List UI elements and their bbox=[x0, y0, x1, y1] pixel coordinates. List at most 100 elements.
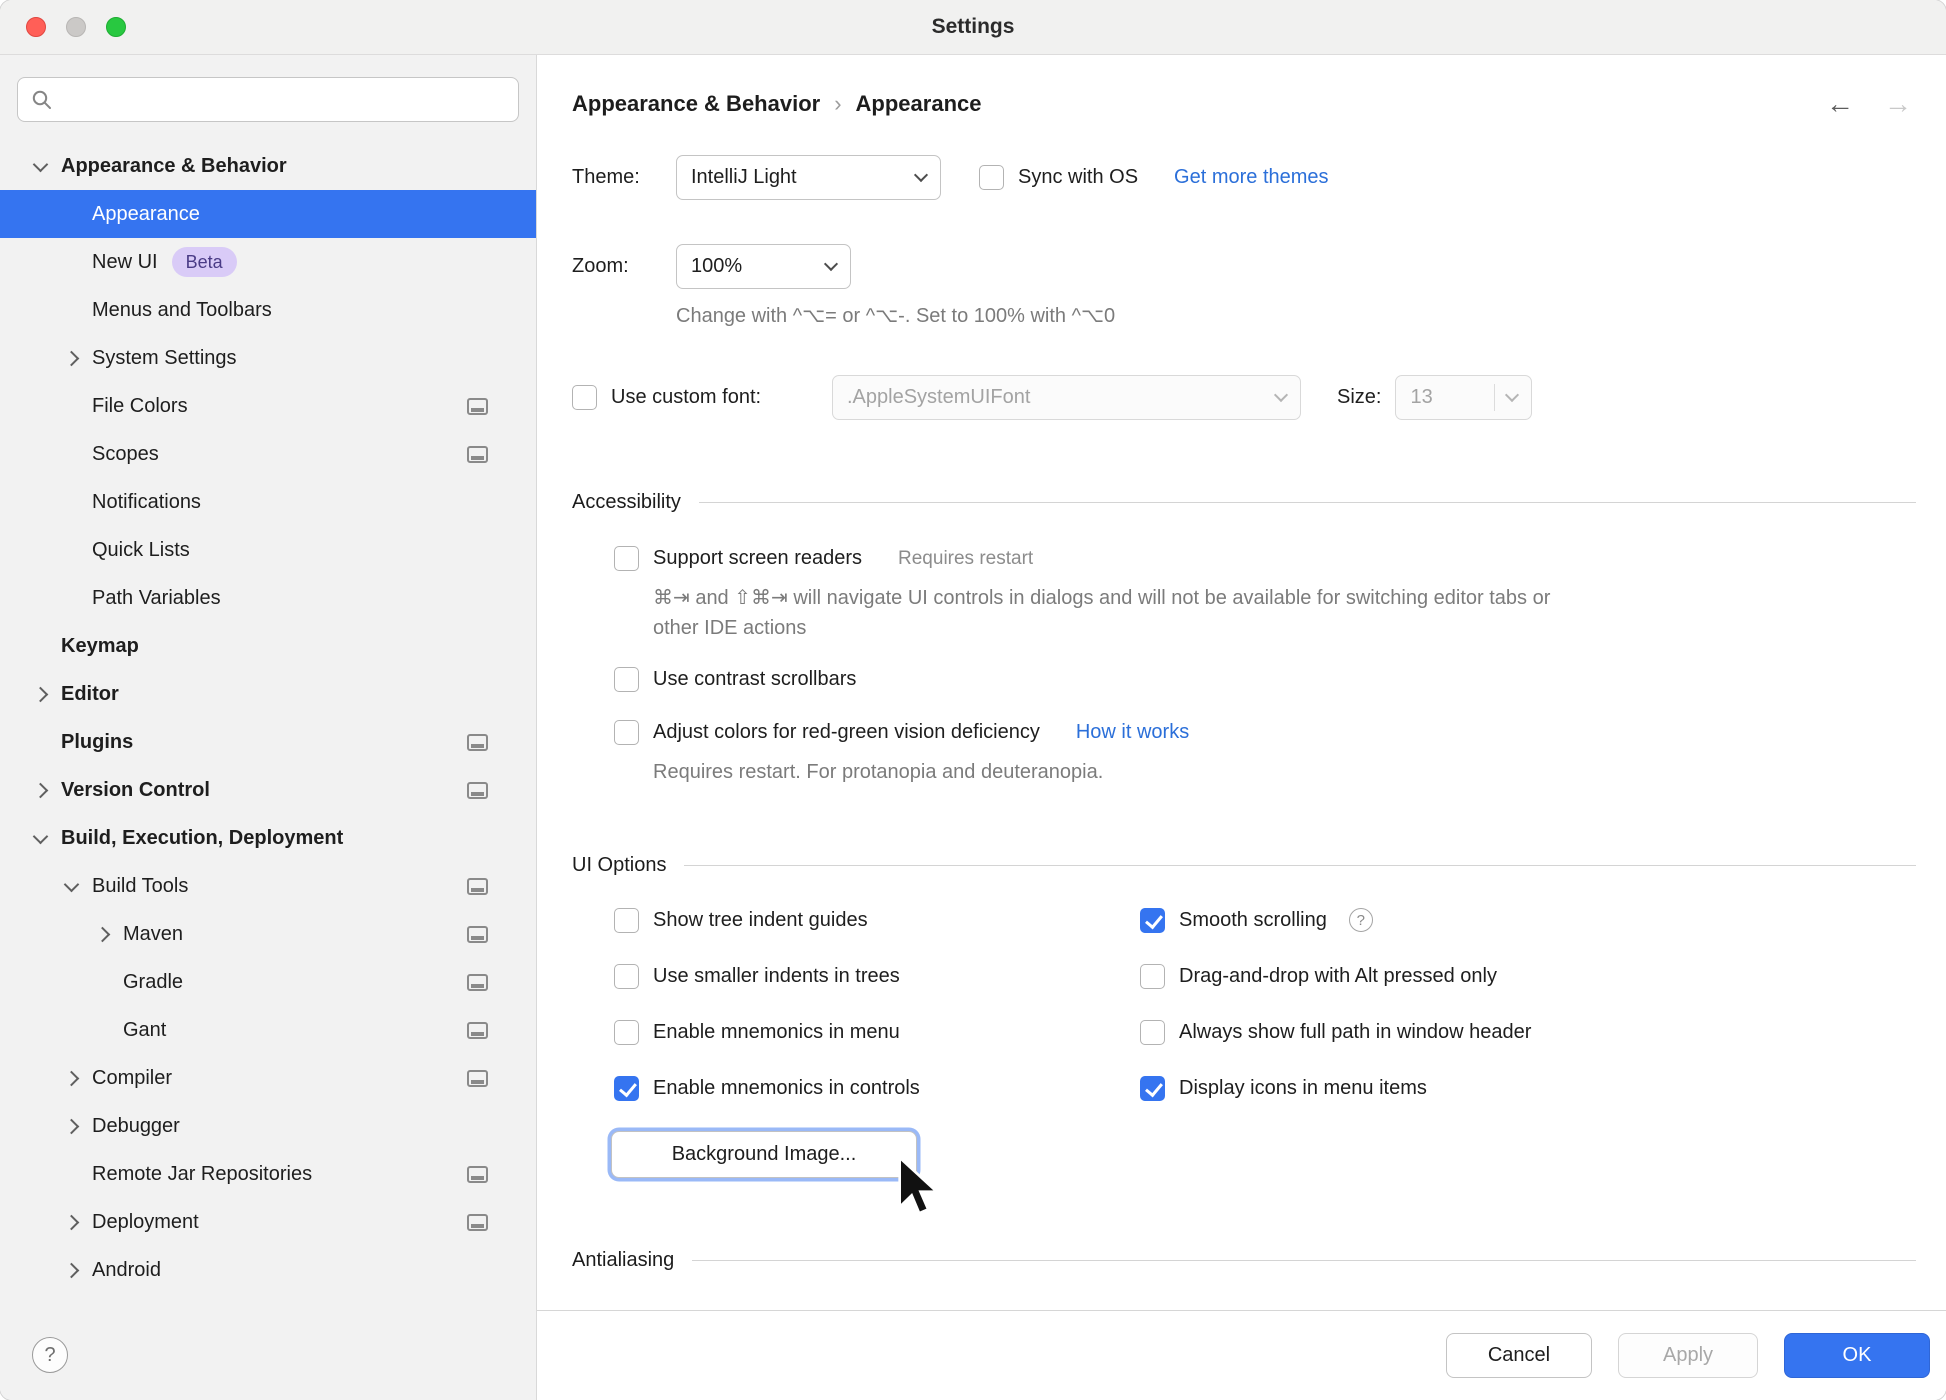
ok-button[interactable]: OK bbox=[1784, 1333, 1930, 1378]
screen-icon bbox=[467, 1165, 488, 1183]
sidebar-item-build-tools[interactable]: Build Tools bbox=[0, 862, 536, 910]
sidebar-item-plugins[interactable]: Plugins bbox=[0, 718, 536, 766]
sidebar-item-label: Version Control bbox=[61, 778, 210, 801]
sidebar-item-label: File Colors bbox=[92, 394, 188, 417]
sync-with-os-checkbox[interactable] bbox=[979, 165, 1004, 190]
sidebar-item-label: Keymap bbox=[61, 634, 139, 657]
sidebar-item-label: System Settings bbox=[92, 346, 237, 369]
chevron-down-icon bbox=[1505, 387, 1520, 403]
sidebar-item-menus-and-toolbars[interactable]: Menus and Toolbars bbox=[0, 286, 536, 334]
checkbox-enable-mnemonics-in-controls[interactable] bbox=[614, 1075, 639, 1101]
sidebar-item-build-execution-deployment[interactable]: Build, Execution, Deployment bbox=[0, 814, 536, 862]
sidebar-item-appearance[interactable]: Appearance bbox=[0, 190, 536, 238]
chevron-down-icon[interactable] bbox=[22, 163, 59, 170]
sidebar-item-maven[interactable]: Maven bbox=[0, 910, 536, 958]
chevron-right-icon[interactable] bbox=[53, 353, 90, 364]
checkbox-row-show-tree-indent-guides[interactable]: Show tree indent guides bbox=[614, 907, 1140, 933]
checkbox-use-smaller-indents-in-trees[interactable] bbox=[614, 963, 639, 989]
get-more-themes-link[interactable]: Get more themes bbox=[1174, 166, 1329, 189]
sidebar-item-system-settings[interactable]: System Settings bbox=[0, 334, 536, 382]
chevron-right-icon[interactable] bbox=[53, 1217, 90, 1228]
sidebar-item-label: Editor bbox=[61, 682, 119, 705]
checkbox-show-tree-indent-guides[interactable] bbox=[614, 907, 639, 933]
chevron-right-icon[interactable] bbox=[84, 929, 121, 940]
custom-font-value: .AppleSystemUIFont bbox=[847, 386, 1031, 408]
checkbox-enable-mnemonics-in-menu[interactable] bbox=[614, 1019, 639, 1045]
sidebar-item-label: Deployment bbox=[92, 1210, 199, 1233]
back-arrow-icon[interactable]: ← bbox=[1826, 90, 1854, 118]
checkbox-use-contrast-scrollbars[interactable] bbox=[614, 667, 639, 692]
checkbox-drag-and-drop-with-alt-pressed-only[interactable] bbox=[1140, 963, 1165, 989]
cancel-button[interactable]: Cancel bbox=[1446, 1333, 1592, 1378]
sidebar-item-deployment[interactable]: Deployment bbox=[0, 1198, 536, 1246]
sidebar-item-label: Appearance & Behavior bbox=[61, 154, 287, 177]
sidebar-item-gant[interactable]: Gant bbox=[0, 1006, 536, 1054]
checkbox-row-use-contrast-scrollbars[interactable]: Use contrast scrollbars bbox=[614, 667, 1916, 692]
checkbox-row-support-screen-readers[interactable]: Support screen readers Requires restart bbox=[614, 546, 1916, 571]
sidebar-item-quick-lists[interactable]: Quick Lists bbox=[0, 526, 536, 574]
use-custom-font-checkbox[interactable] bbox=[572, 385, 597, 410]
checkbox-row-enable-mnemonics-in-menu[interactable]: Enable mnemonics in menu bbox=[614, 1019, 1140, 1045]
chevron-right-icon[interactable] bbox=[53, 1073, 90, 1084]
search-input[interactable] bbox=[62, 78, 506, 121]
checkbox-row-always-show-full-path-in-window-header[interactable]: Always show full path in window header bbox=[1140, 1019, 1916, 1045]
forward-arrow-icon: → bbox=[1884, 88, 1912, 119]
sidebar-item-label: Build Tools bbox=[92, 874, 189, 897]
sidebar-item-file-colors[interactable]: File Colors bbox=[0, 382, 536, 430]
sidebar-item-debugger[interactable]: Debugger bbox=[0, 1102, 536, 1150]
chevron-down-icon bbox=[823, 256, 839, 272]
sidebar-item-label: Remote Jar Repositories bbox=[92, 1162, 313, 1185]
dialog-footer: Cancel Apply OK bbox=[537, 1310, 1946, 1400]
chevron-right-icon[interactable] bbox=[53, 1121, 90, 1132]
background-image-button[interactable]: Background Image... bbox=[611, 1131, 917, 1178]
checkbox-row-display-icons-in-menu-items[interactable]: Display icons in menu items bbox=[1140, 1075, 1916, 1101]
sidebar-item-version-control[interactable]: Version Control bbox=[0, 766, 536, 814]
screen-icon bbox=[467, 445, 488, 463]
minimize-window-icon bbox=[66, 17, 86, 37]
checkbox-row-adjust-colors-red-green[interactable]: Adjust colors for red-green vision defic… bbox=[614, 720, 1916, 745]
checkbox-label: Smooth scrolling bbox=[1179, 908, 1327, 931]
sidebar-item-remote-jar-repositories[interactable]: Remote Jar Repositories bbox=[0, 1150, 536, 1198]
close-window-icon[interactable] bbox=[26, 17, 46, 37]
theme-select[interactable]: IntelliJ Light bbox=[676, 155, 941, 200]
search-box[interactable] bbox=[17, 77, 519, 122]
sidebar-item-editor[interactable]: Editor bbox=[0, 670, 536, 718]
checkbox-row-use-smaller-indents-in-trees[interactable]: Use smaller indents in trees bbox=[614, 963, 1140, 989]
sidebar-item-path-variables[interactable]: Path Variables bbox=[0, 574, 536, 622]
checkbox-row-enable-mnemonics-in-controls[interactable]: Enable mnemonics in controls bbox=[614, 1075, 1140, 1101]
chevron-right-icon[interactable] bbox=[53, 1265, 90, 1276]
sidebar-item-notifications[interactable]: Notifications bbox=[0, 478, 536, 526]
sidebar-item-compiler[interactable]: Compiler bbox=[0, 1054, 536, 1102]
checkbox-always-show-full-path-in-window-header[interactable] bbox=[1140, 1019, 1165, 1045]
checkbox-label: Drag-and-drop with Alt pressed only bbox=[1179, 964, 1497, 987]
checkbox-row-drag-and-drop-with-alt-pressed-only[interactable]: Drag-and-drop with Alt pressed only bbox=[1140, 963, 1916, 989]
sidebar-item-appearance-behavior[interactable]: Appearance & Behavior bbox=[0, 142, 536, 190]
chevron-right-icon[interactable] bbox=[22, 785, 59, 796]
checkbox-display-icons-in-menu-items[interactable] bbox=[1140, 1075, 1165, 1101]
checkbox-support-screen-readers[interactable] bbox=[614, 546, 639, 571]
help-icon[interactable]: ? bbox=[1348, 908, 1373, 932]
chevron-right-icon[interactable] bbox=[22, 689, 59, 700]
checkbox-smooth-scrolling[interactable] bbox=[1140, 907, 1165, 933]
sidebar-item-gradle[interactable]: Gradle bbox=[0, 958, 536, 1006]
sidebar-item-keymap[interactable]: Keymap bbox=[0, 622, 536, 670]
checkbox-label: Always show full path in window header bbox=[1179, 1020, 1532, 1043]
screen-icon bbox=[467, 1213, 488, 1231]
zoom-select[interactable]: 100% bbox=[676, 244, 851, 289]
zoom-window-icon[interactable] bbox=[106, 17, 126, 37]
breadcrumb-parent[interactable]: Appearance & Behavior bbox=[572, 91, 820, 117]
settings-window: Settings Appearance & Behavior Appearance… bbox=[0, 0, 1946, 1400]
sidebar-item-new-ui[interactable]: New UI Beta bbox=[0, 238, 536, 286]
chevron-down-icon[interactable] bbox=[53, 883, 90, 890]
sidebar-item-label: Debugger bbox=[92, 1114, 180, 1137]
sidebar-item-scopes[interactable]: Scopes bbox=[0, 430, 536, 478]
titlebar[interactable]: Settings bbox=[0, 0, 1946, 55]
checkbox-label: Adjust colors for red-green vision defic… bbox=[653, 721, 1040, 743]
accessibility-section-title: Accessibility bbox=[572, 490, 681, 513]
checkbox-adjust-colors-red-green[interactable] bbox=[614, 720, 639, 745]
chevron-down-icon[interactable] bbox=[22, 835, 59, 842]
sidebar-item-android[interactable]: Android bbox=[0, 1246, 536, 1294]
help-button[interactable]: ? bbox=[32, 1337, 68, 1373]
how-it-works-link[interactable]: How it works bbox=[1076, 721, 1189, 744]
checkbox-row-smooth-scrolling[interactable]: Smooth scrolling? bbox=[1140, 907, 1916, 933]
